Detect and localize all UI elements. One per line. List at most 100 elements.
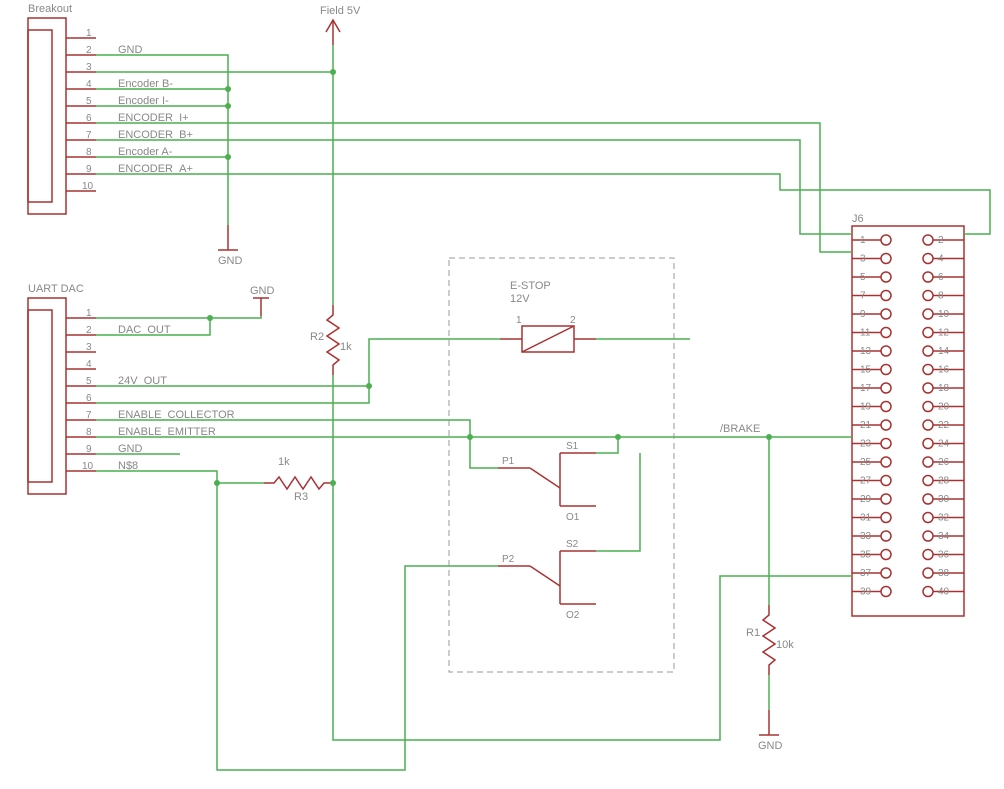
resistor-r2: R2 1k: [310, 305, 352, 375]
svg-text:18: 18: [938, 383, 950, 394]
svg-text:ENABLE_COLLECTOR: ENABLE_COLLECTOR: [118, 409, 235, 421]
svg-text:35: 35: [860, 550, 872, 561]
svg-text:R1: R1: [746, 627, 760, 639]
svg-text:11: 11: [860, 328, 871, 339]
svg-text:Encoder A-: Encoder A-: [118, 146, 173, 158]
svg-text:8: 8: [86, 427, 92, 438]
gnd-breakout: GND: [218, 225, 243, 267]
svg-text:1: 1: [86, 28, 92, 39]
svg-text:15: 15: [860, 365, 872, 376]
resistor-r3: 1k R3: [264, 456, 334, 503]
svg-text:5: 5: [86, 96, 92, 107]
svg-text:26: 26: [938, 457, 950, 468]
svg-text:39: 39: [860, 587, 872, 598]
svg-text:ENABLE_EMITTER: ENABLE_EMITTER: [118, 426, 216, 438]
svg-text:9: 9: [860, 309, 866, 320]
svg-text:4: 4: [86, 79, 92, 90]
svg-text:3: 3: [86, 62, 92, 73]
j6-connector: J6 1234567891011121314151617181920212223…: [852, 213, 964, 616]
svg-text:DAC_OUT: DAC_OUT: [118, 324, 171, 336]
svg-text:37: 37: [860, 568, 872, 579]
svg-text:5: 5: [860, 272, 866, 283]
svg-text:10: 10: [82, 461, 94, 472]
svg-text:Encoder I-: Encoder I-: [118, 95, 169, 107]
svg-text:12V: 12V: [510, 293, 530, 305]
svg-text:17: 17: [860, 383, 872, 394]
svg-text:19: 19: [860, 402, 872, 413]
resistor-r1: R1 10k: [746, 605, 794, 675]
svg-text:10: 10: [82, 181, 94, 192]
svg-text:P1: P1: [502, 456, 515, 467]
svg-text:1: 1: [516, 315, 522, 326]
svg-text:7: 7: [86, 130, 92, 141]
svg-text:7: 7: [860, 291, 866, 302]
svg-text:4: 4: [938, 254, 944, 265]
svg-text:36: 36: [938, 550, 950, 561]
svg-text:6: 6: [938, 272, 944, 283]
svg-text:P2: P2: [502, 554, 515, 565]
svg-text:GND: GND: [118, 443, 143, 455]
svg-text:29: 29: [860, 494, 872, 505]
svg-text:8: 8: [938, 291, 944, 302]
gnd-r1: GND: [758, 710, 783, 752]
svg-text:8: 8: [86, 147, 92, 158]
svg-text:6: 6: [86, 393, 92, 404]
svg-text:2: 2: [570, 315, 576, 326]
svg-text:GND: GND: [758, 740, 783, 752]
svg-text:24V_OUT: 24V_OUT: [118, 375, 167, 387]
svg-text:5: 5: [86, 376, 92, 387]
svg-text:ENCODER_A+: ENCODER_A+: [118, 163, 193, 175]
gnd-uart: GND: [250, 285, 275, 316]
svg-text:13: 13: [860, 346, 872, 357]
svg-text:S1: S1: [566, 441, 579, 452]
relay-contact-2: P2 S2 O2: [498, 539, 596, 621]
svg-text:33: 33: [860, 531, 872, 542]
svg-text:O1: O1: [566, 512, 580, 523]
svg-text:24: 24: [938, 439, 950, 450]
svg-text:3: 3: [860, 254, 866, 265]
svg-text:25: 25: [860, 457, 872, 468]
svg-text:GND: GND: [250, 285, 275, 297]
svg-text:2: 2: [938, 235, 944, 246]
relay-contact-1: P1 S1 O1: [498, 441, 596, 523]
svg-text:R2: R2: [310, 331, 324, 343]
uart-dac-title: UART DAC: [28, 283, 84, 295]
svg-text:16: 16: [938, 365, 950, 376]
svg-text:14: 14: [938, 346, 950, 357]
svg-text:1: 1: [860, 235, 866, 246]
svg-text:Encoder B-: Encoder B-: [118, 78, 173, 90]
svg-text:Field 5V: Field 5V: [320, 5, 361, 17]
schematic-canvas: Breakout 1 2 3 4 5 6 7 8 9 10 GND Encode…: [0, 0, 1004, 789]
brake-label: /BRAKE: [720, 423, 760, 435]
svg-text:N$8: N$8: [118, 460, 138, 472]
svg-text:7: 7: [86, 410, 92, 421]
svg-text:23: 23: [860, 439, 872, 450]
svg-text:28: 28: [938, 476, 950, 487]
svg-text:1: 1: [86, 308, 92, 319]
svg-text:27: 27: [860, 476, 872, 487]
svg-text:12: 12: [938, 328, 950, 339]
svg-text:O2: O2: [566, 610, 580, 621]
svg-text:1k: 1k: [340, 341, 352, 353]
svg-text:20: 20: [938, 402, 950, 413]
svg-text:E-STOP: E-STOP: [510, 280, 551, 292]
svg-text:40: 40: [938, 587, 950, 598]
relay-coil: E-STOP 12V 1 2: [500, 280, 596, 352]
svg-text:R3: R3: [294, 491, 308, 503]
svg-text:4: 4: [86, 359, 92, 370]
svg-text:9: 9: [86, 164, 92, 175]
svg-text:GND: GND: [118, 44, 143, 56]
wires: /BRAKE: [96, 45, 990, 770]
svg-text:2: 2: [86, 325, 92, 336]
svg-text:S2: S2: [566, 539, 579, 550]
svg-text:J6: J6: [852, 213, 864, 225]
svg-text:38: 38: [938, 568, 950, 579]
uart-dac-connector: UART DAC 1 2 3 4 5 6 7 8 9 10 DAC_OUT 24…: [28, 283, 235, 494]
svg-text:2: 2: [86, 45, 92, 56]
svg-text:10k: 10k: [776, 639, 794, 651]
svg-text:9: 9: [86, 444, 92, 455]
svg-text:32: 32: [938, 513, 950, 524]
field-5v-symbol: Field 5V: [320, 5, 361, 45]
svg-text:34: 34: [938, 531, 950, 542]
svg-text:1k: 1k: [278, 456, 290, 468]
